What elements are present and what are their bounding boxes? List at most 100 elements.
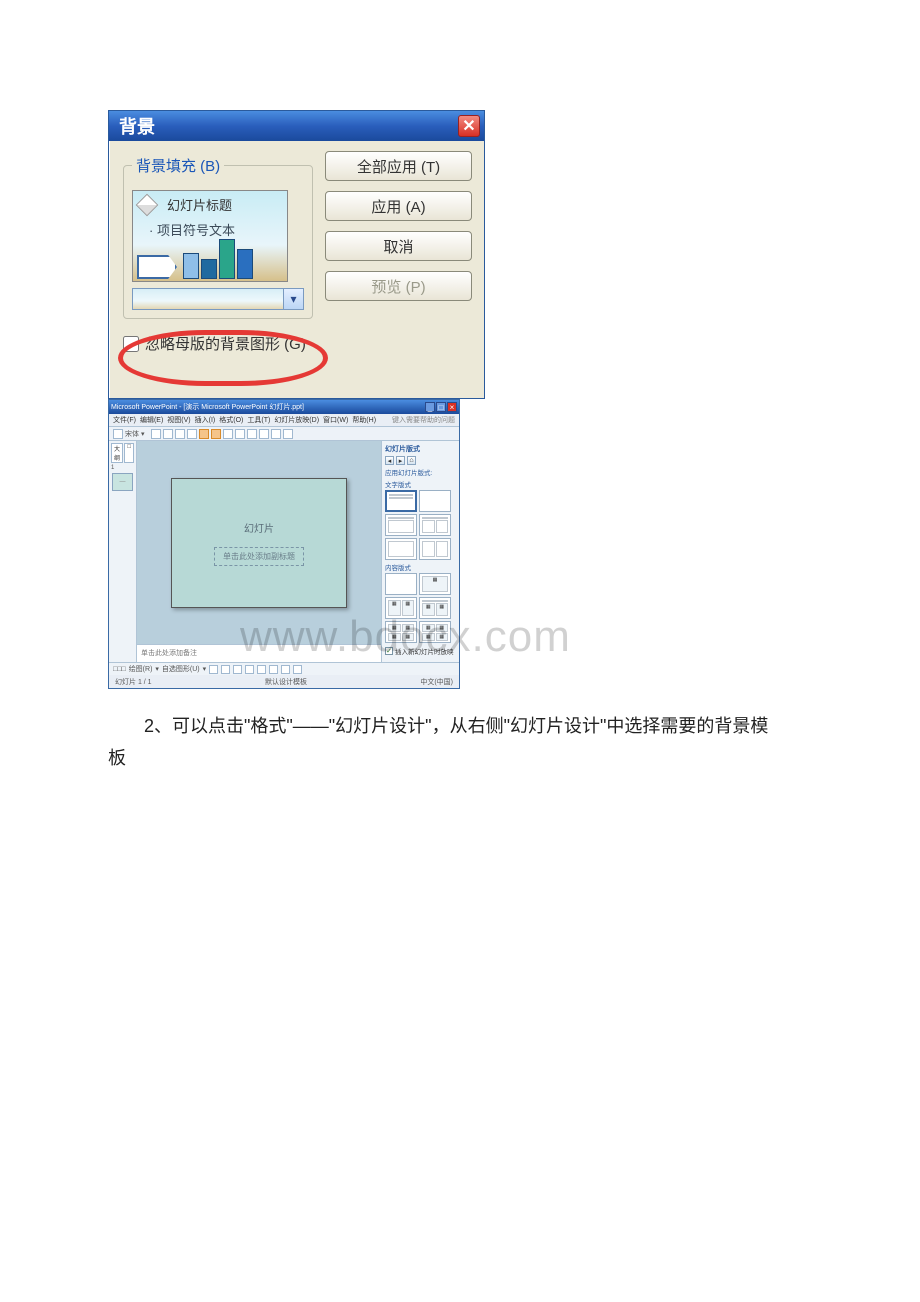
preview-bullet: · 项目符号文本 — [149, 220, 279, 239]
task-nav: ◂ ▸ ⌂ — [385, 456, 456, 465]
toolbar-button[interactable] — [271, 429, 281, 439]
text-layouts-grid — [385, 490, 456, 560]
menu-tools[interactable]: 工具(T) — [247, 415, 270, 425]
background-fill-legend: 背景填充 (B) — [132, 155, 224, 176]
preview-title: 幻灯片标题 — [167, 195, 279, 214]
bar-icon — [219, 239, 235, 279]
app-titlebar[interactable]: Microsoft PowerPoint - [演示 Microsoft Pow… — [109, 400, 459, 414]
help-search[interactable]: 键入需要帮助的问题 — [392, 415, 455, 425]
toolbar-button[interactable] — [151, 429, 161, 439]
apply-button[interactable]: 应用 (A) — [325, 191, 472, 221]
chevron-down-icon[interactable]: ▾ — [283, 289, 303, 309]
shape-arrow-icon[interactable] — [257, 665, 266, 674]
slide-canvas[interactable]: 幻灯片 单击此处添加副标题 — [137, 441, 381, 644]
font-selector[interactable]: 宋体▾ — [125, 429, 145, 439]
menu-edit[interactable]: 编辑(E) — [140, 415, 163, 425]
fill-preview: 幻灯片标题 · 项目符号文本 — [132, 190, 288, 282]
draw-menu[interactable]: 绘图(R) — [129, 664, 153, 674]
menu-insert[interactable]: 插入(I) — [195, 415, 216, 425]
dialog-title: 背景 — [119, 113, 155, 139]
minimize-icon[interactable]: _ — [425, 402, 435, 412]
menu-view[interactable]: 视图(V) — [167, 415, 190, 425]
layout-thumb[interactable]: ▦▦ — [419, 597, 451, 619]
slide-thumbnail[interactable]: — — [112, 473, 133, 491]
ignore-master-label: 忽略母版的背景图形 (G) — [145, 333, 306, 354]
shape-font-icon[interactable] — [293, 665, 302, 674]
toolbar-button[interactable] — [163, 429, 173, 439]
slide[interactable]: 幻灯片 单击此处添加副标题 — [171, 478, 347, 608]
cancel-button[interactable]: 取消 — [325, 231, 472, 261]
close-icon[interactable]: × — [447, 402, 457, 412]
toolbar-button[interactable] — [247, 429, 257, 439]
task-footer-label: 插入新幻灯片时放映 — [395, 646, 454, 656]
menu-window[interactable]: 窗口(W) — [323, 415, 348, 425]
layout-thumb[interactable] — [419, 514, 451, 536]
status-slide-count: 幻灯片 1 / 1 — [115, 677, 152, 687]
pentagon-icon — [137, 255, 177, 279]
layout-thumb[interactable]: ▦▦ — [385, 597, 417, 619]
tab-slides[interactable]: □ — [124, 443, 134, 463]
shape-oval-icon[interactable] — [233, 665, 242, 674]
status-bar: 幻灯片 1 / 1 默认设计模板 中文(中国) — [109, 675, 459, 688]
dialog-right-column: 全部应用 (T) 应用 (A) 取消 预览 (P) — [325, 151, 472, 354]
shape-line-icon[interactable] — [209, 665, 218, 674]
nav-back-icon[interactable]: ◂ — [385, 456, 394, 465]
task-pane: 幻灯片版式 ◂ ▸ ⌂ 应用幻灯片版式: 文字版式 内容版式 ▦ ▦▦ — [381, 441, 459, 662]
layout-thumb[interactable]: ▦▦▦▦ — [385, 621, 417, 643]
layout-thumb[interactable] — [385, 573, 417, 595]
menu-help[interactable]: 帮助(H) — [352, 415, 376, 425]
toolbar-button[interactable] — [283, 429, 293, 439]
dialog-titlebar[interactable]: 背景 ✕ — [109, 111, 484, 141]
toolbar-button[interactable] — [223, 429, 233, 439]
menu-format[interactable]: 格式(O) — [219, 415, 243, 425]
layout-thumb[interactable] — [385, 514, 417, 536]
shape-linecolor-icon[interactable] — [281, 665, 290, 674]
shape-text-icon[interactable] — [245, 665, 254, 674]
para-line-2: 板 — [108, 748, 126, 768]
toolbar-button[interactable] — [259, 429, 269, 439]
slide-title[interactable]: 幻灯片 — [244, 520, 274, 535]
toolbar-button[interactable] — [175, 429, 185, 439]
tab-outline[interactable]: 大纲 — [111, 443, 123, 463]
shape-rect-icon[interactable] — [221, 665, 230, 674]
menu-slideshow[interactable]: 幻灯片放映(D) — [274, 415, 319, 425]
fill-color-dropdown[interactable]: ▾ — [132, 288, 304, 310]
toolbar-button[interactable] — [187, 429, 197, 439]
menu-file[interactable]: 文件(F) — [113, 415, 136, 425]
window-buttons: _ □ × — [425, 402, 457, 412]
preview-button[interactable]: 预览 (P) — [325, 271, 472, 301]
thumbnail-pane[interactable]: 大纲 □ 1 — — [109, 441, 137, 662]
layout-thumb[interactable]: ▦ — [419, 573, 451, 595]
ignore-master-checkbox[interactable] — [123, 336, 139, 352]
autoshape-menu[interactable]: 自选图形(U) — [162, 664, 200, 674]
view-buttons[interactable]: □□□ — [113, 666, 126, 673]
toolbar-button[interactable] — [113, 429, 123, 439]
close-icon[interactable]: ✕ — [458, 115, 480, 137]
nav-fwd-icon[interactable]: ▸ — [396, 456, 405, 465]
task-footer[interactable]: ✓ 插入新幻灯片时放映 — [385, 646, 456, 656]
toolbar-button[interactable] — [235, 429, 245, 439]
shape-fill-icon[interactable] — [269, 665, 278, 674]
toolbar-button[interactable] — [199, 429, 209, 439]
notes-pane[interactable]: 单击此处添加备注 — [137, 644, 381, 662]
layout-thumb[interactable] — [385, 490, 417, 512]
layout-thumb[interactable] — [419, 538, 451, 560]
slide-subtitle[interactable]: 单击此处添加副标题 — [214, 547, 304, 566]
apply-all-button[interactable]: 全部应用 (T) — [325, 151, 472, 181]
menus: 文件(F) 编辑(E) 视图(V) 插入(I) 格式(O) 工具(T) 幻灯片放… — [113, 415, 376, 425]
toolbar-button[interactable] — [211, 429, 221, 439]
layout-thumb[interactable]: ▦▦▦▦ — [419, 621, 451, 643]
preview-shapes — [137, 239, 255, 279]
nav-home-icon[interactable]: ⌂ — [407, 456, 416, 465]
toolbar: 宋体▾ — [109, 427, 459, 441]
maximize-icon[interactable]: □ — [436, 402, 446, 412]
menubar: 文件(F) 编辑(E) 视图(V) 插入(I) 格式(O) 工具(T) 幻灯片放… — [109, 414, 459, 427]
dialog-left-column: 背景填充 (B) 幻灯片标题 · 项目符号文本 ▾ — [123, 155, 313, 354]
ignore-master-checkbox-row[interactable]: 忽略母版的背景图形 (G) — [123, 333, 313, 354]
apply-layout-label: 应用幻灯片版式: — [385, 467, 456, 477]
editor-pane: 幻灯片 单击此处添加副标题 单击此处添加备注 — [137, 441, 381, 662]
layout-thumb[interactable] — [419, 490, 451, 512]
instruction-paragraph: 2、可以点击"格式"——"幻灯片设计"，从右侧"幻灯片设计"中选择需要的背景模 … — [108, 710, 818, 775]
layout-thumb[interactable] — [385, 538, 417, 560]
checkbox-icon[interactable]: ✓ — [385, 647, 393, 655]
